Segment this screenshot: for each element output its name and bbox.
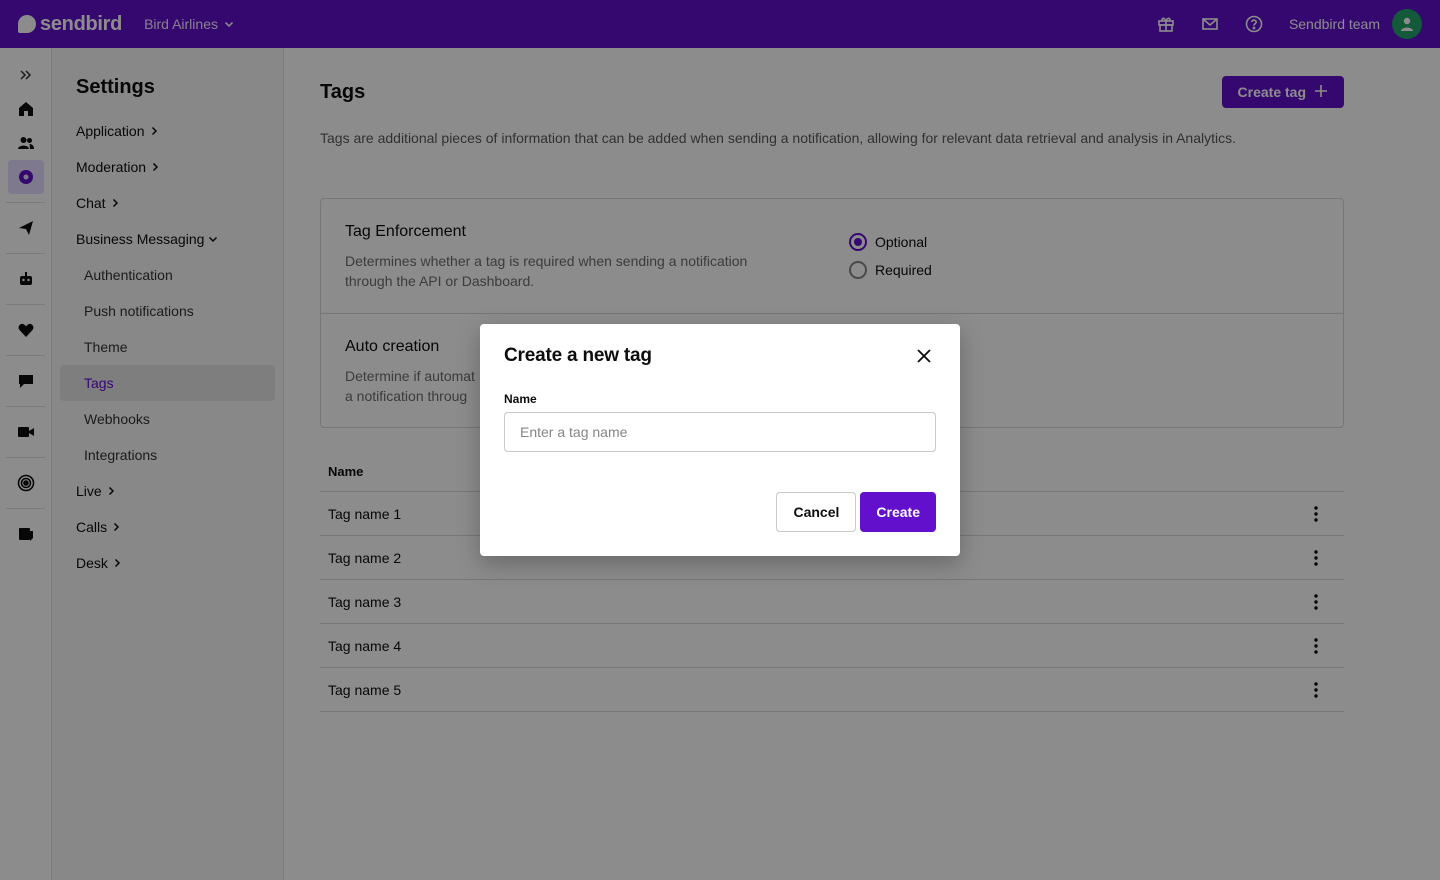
create-button[interactable]: Create [860, 492, 936, 532]
cancel-button[interactable]: Cancel [776, 492, 857, 532]
name-field-label: Name [504, 392, 537, 406]
close-icon[interactable] [912, 344, 936, 368]
tag-name-input[interactable] [504, 412, 936, 452]
dialog-title: Create a new tag [504, 345, 652, 366]
create-tag-dialog: Create a new tag Name Cancel Create [480, 324, 960, 556]
